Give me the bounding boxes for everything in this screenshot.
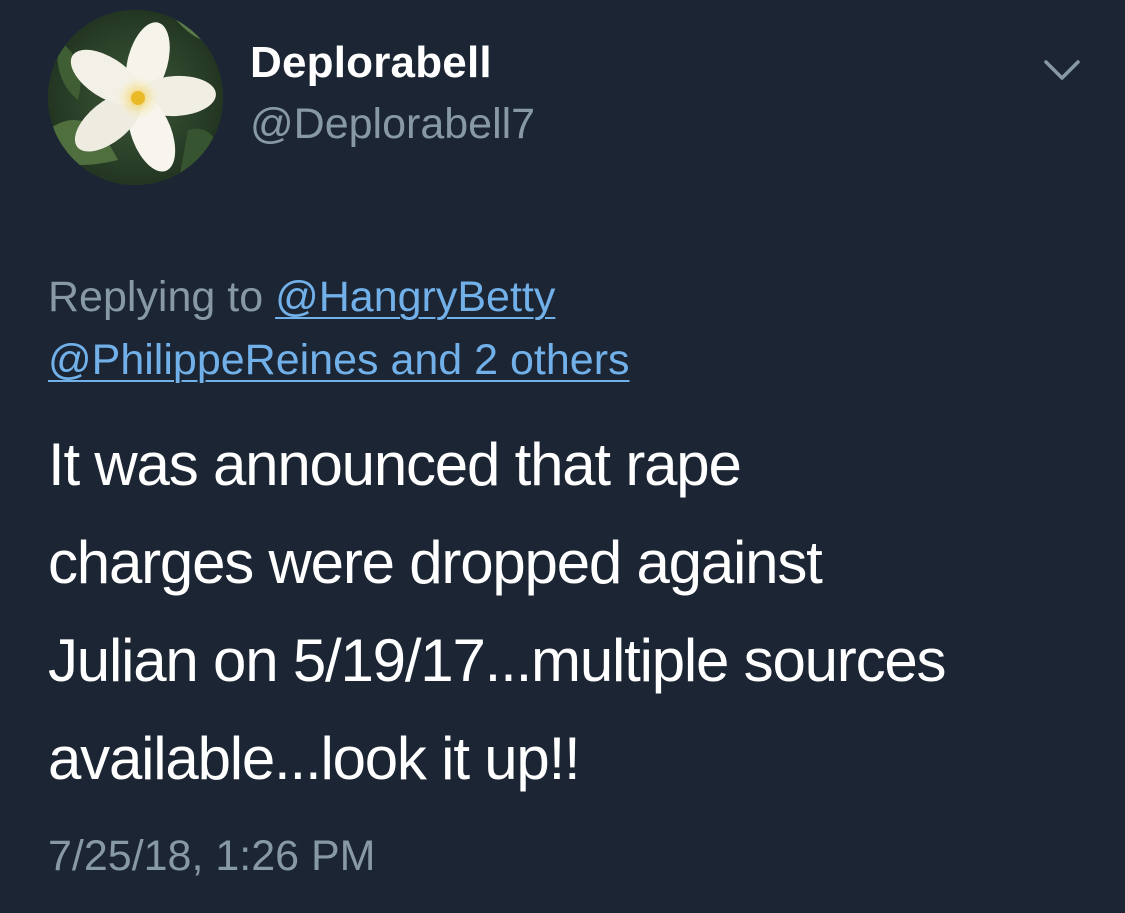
tweet-detail: Deplorabell @Deplorabell7 Replying to @H… <box>0 0 1125 913</box>
replying-to-line: Replying to @HangryBetty <box>48 262 555 332</box>
tweet-text: It was announced that rape charges were … <box>48 431 947 792</box>
reply-mention-hangrybetty[interactable]: @HangryBetty <box>275 273 555 321</box>
display-name[interactable]: Deplorabell <box>250 38 492 88</box>
replying-to-line-2: @PhilippeReines and 2 others <box>48 332 630 388</box>
tweet-timestamp[interactable]: 7/25/18, 1:26 PM <box>48 832 376 881</box>
user-handle[interactable]: @Deplorabell7 <box>250 100 535 149</box>
plumeria-flower-avatar <box>48 10 223 185</box>
reply-mention-others[interactable]: @PhilippeReines and 2 others <box>48 336 630 384</box>
chevron-down-icon[interactable] <box>1040 52 1084 88</box>
avatar[interactable] <box>48 10 223 185</box>
replying-to-label: Replying to <box>48 273 264 321</box>
